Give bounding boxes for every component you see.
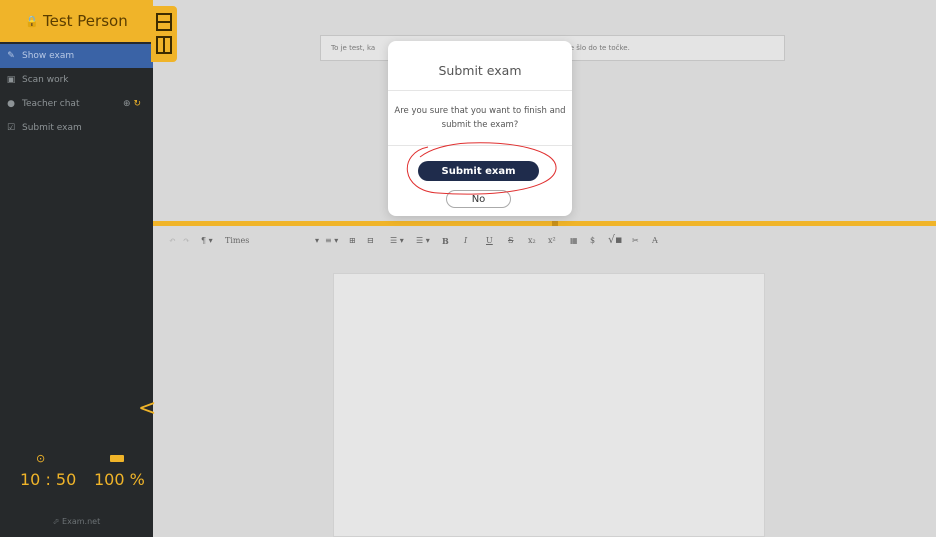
vertical-split-icon[interactable] [156, 36, 172, 54]
no-button[interactable]: No [446, 190, 511, 208]
sidebar-item-label: Submit exam [22, 123, 82, 133]
refresh-icon[interactable]: ↻ [133, 99, 141, 109]
submit-exam-button[interactable]: Submit exam [418, 161, 539, 181]
sidebar-item-label: Scan work [22, 75, 69, 85]
dialog-title: Submit exam [438, 63, 522, 78]
lock-icon: 🔒 [25, 14, 39, 28]
paragraph-icon[interactable]: ¶ ▾ [201, 236, 213, 245]
user-name: Test Person [42, 12, 128, 30]
checkbox-icon: ☑ [6, 123, 16, 133]
sidebar-item-label: Show exam [22, 51, 75, 61]
collapse-chevron-icon[interactable]: < [138, 396, 156, 421]
timer: 10 : 50 [20, 470, 77, 489]
battery-icon [110, 455, 124, 462]
square-root-icon[interactable]: √▪ [608, 233, 622, 246]
exam-text-left: To je test, ka [331, 44, 376, 52]
edit-icon: ✎ [7, 51, 15, 61]
numbered-list-icon[interactable]: ☰ ▾ [416, 236, 430, 245]
align-icon[interactable]: ≡ ▾ [325, 236, 338, 245]
sidebar-item-label: Teacher chat [22, 99, 80, 109]
underline-button[interactable]: U [486, 236, 493, 245]
sidebar-item-show-exam[interactable]: ✎ Show exam [0, 44, 153, 68]
camera-icon: ▣ [6, 75, 16, 85]
redo-icon[interactable]: ↷ [183, 236, 190, 245]
font-size-icon[interactable]: ▾ [315, 236, 319, 245]
dialog-message: Are you sure that you want to finish and… [394, 106, 566, 130]
user-header: 🔒 Test Person [0, 0, 153, 42]
undo-icon[interactable]: ↶ [169, 236, 176, 245]
add-icon[interactable]: ⊕ [123, 99, 131, 109]
bold-button[interactable]: B [442, 236, 449, 246]
brand-logo: ⬀ Exam.net [52, 517, 101, 526]
subscript-button[interactable]: x₂ [528, 236, 536, 245]
chat-icon: ● [7, 99, 15, 109]
strikethrough-button[interactable]: S [508, 236, 513, 245]
exam-net-icon: ⬀ [52, 517, 60, 526]
scissors-icon[interactable]: ✂ [632, 236, 639, 245]
outdent-icon[interactable]: ⊟ [367, 236, 374, 245]
superscript-button[interactable]: x² [548, 236, 556, 245]
layout-toggle [151, 6, 177, 62]
answer-document[interactable] [333, 273, 765, 537]
bullet-list-icon[interactable]: ☰ ▾ [390, 236, 404, 245]
indent-icon[interactable]: ⊞ [349, 236, 356, 245]
sidebar: 🔒 Test Person ✎ Show exam ▣ Scan work ● … [0, 0, 156, 537]
math-dollar-button[interactable]: $ [590, 236, 595, 245]
sidebar-item-submit-exam[interactable]: ☑ Submit exam [0, 116, 153, 140]
sidebar-item-teacher-chat[interactable]: ● Teacher chat ⊕ ↻ [0, 92, 153, 116]
horizontal-split-icon[interactable] [156, 13, 172, 31]
clock-icon: ⊙ [36, 452, 46, 465]
italic-button[interactable]: I [464, 236, 467, 245]
submit-exam-dialog: Submit exam Are you sure that you want t… [388, 41, 572, 216]
divider [388, 90, 572, 91]
font-select[interactable]: Times [225, 236, 249, 245]
editor-toolbar: ↶ ↷ ¶ ▾ Times ▾ ≡ ▾ ⊞ ⊟ ☰ ▾ ☰ ▾ B I U S … [153, 226, 936, 254]
divider [388, 145, 572, 146]
battery-level: 100 % [94, 470, 145, 489]
sidebar-item-scan-work[interactable]: ▣ Scan work [0, 68, 153, 92]
clear-format-icon[interactable]: A̶ [652, 236, 658, 245]
table-icon[interactable]: ▦ [570, 236, 578, 245]
